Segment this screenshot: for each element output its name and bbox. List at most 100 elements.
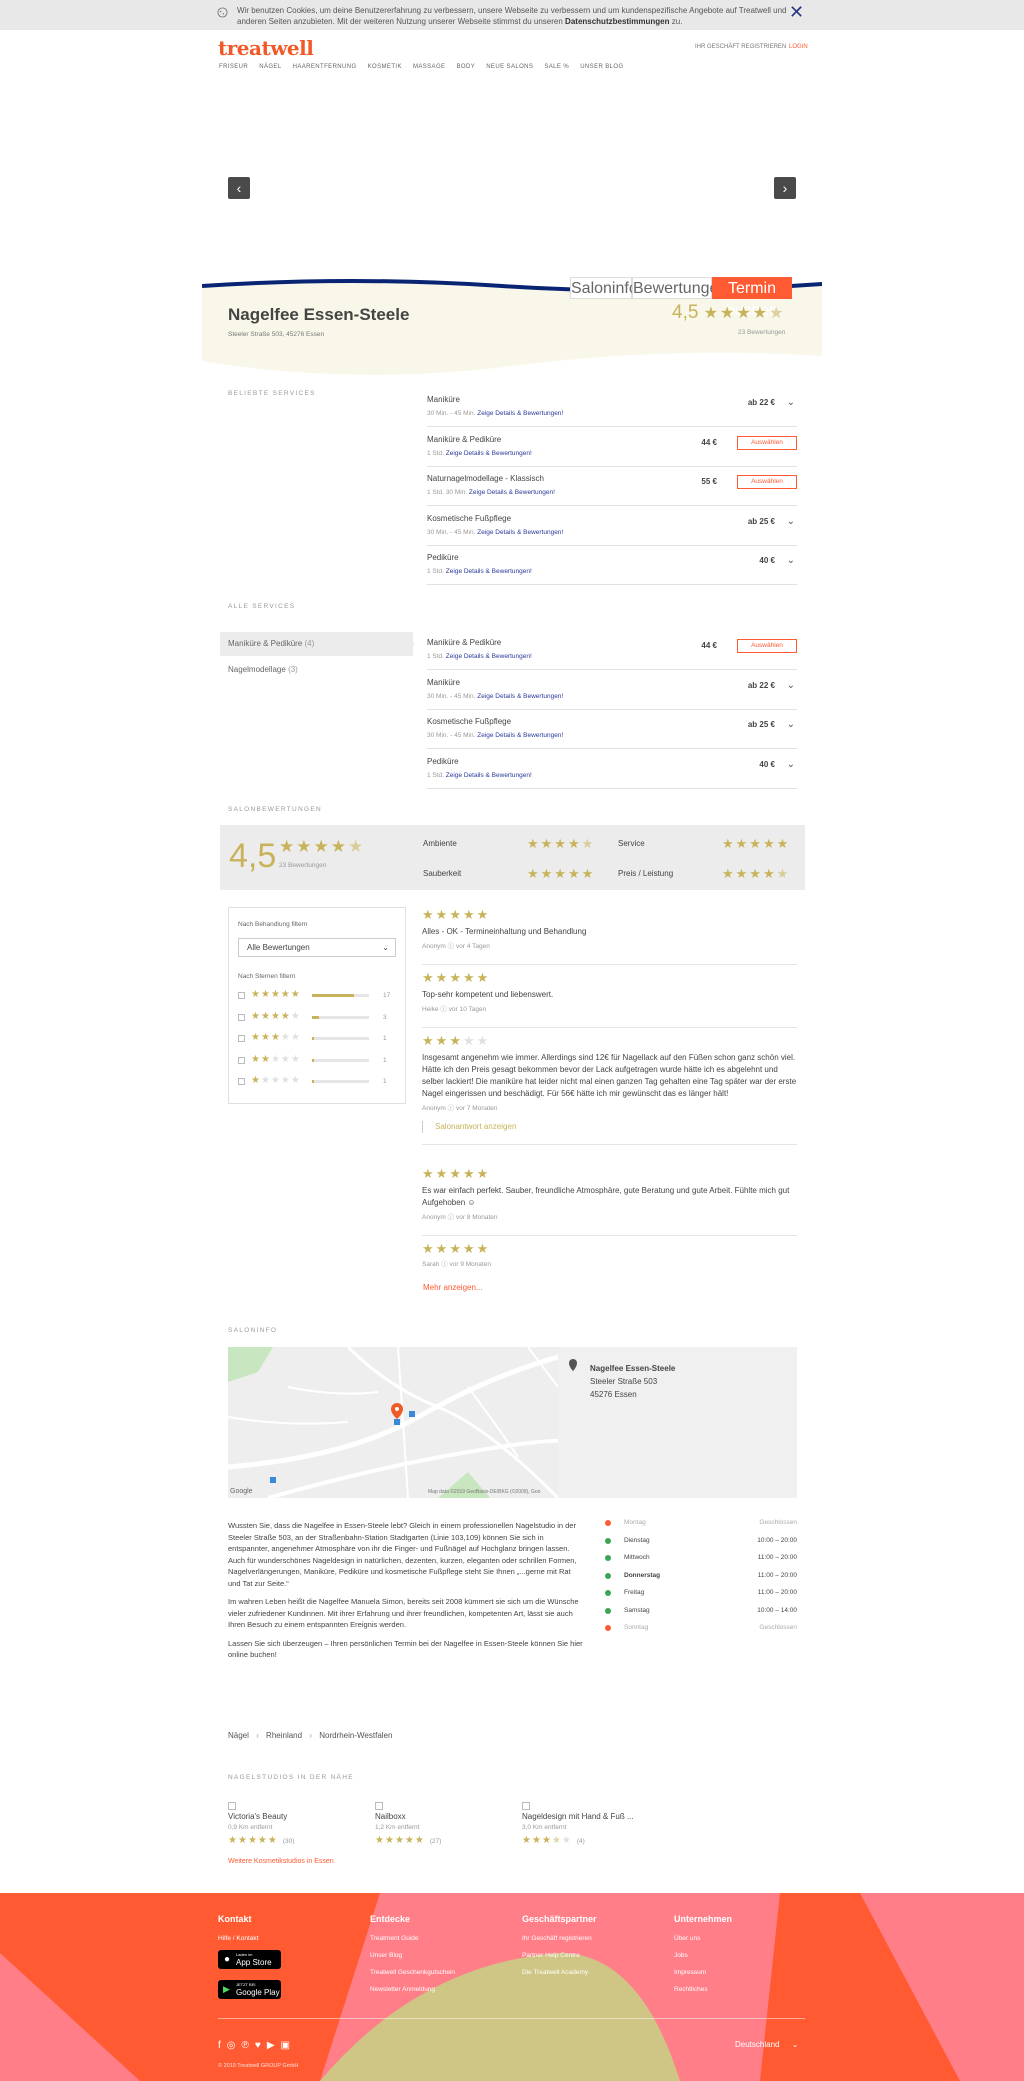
category-manikuere-pedikuere[interactable]: Maniküre & Pediküre (4) — [220, 632, 413, 656]
salon-reply-link[interactable]: Salonantwort anzeigen — [422, 1121, 797, 1133]
facebook-icon[interactable]: f — [218, 2040, 227, 2051]
service-details-link[interactable]: Zeige Details & Bewertungen! — [469, 489, 555, 496]
info-icon[interactable]: ⓘ — [439, 1261, 449, 1268]
nearby-salon[interactable]: Nailboxx 1,2 Km entfernt ★★★★★ (27) — [375, 1802, 515, 1846]
youtube-icon[interactable]: ▶ — [267, 2040, 281, 2051]
salon-map[interactable]: Nagelfee Essen-Steele Steeler Straße 503… — [228, 1347, 797, 1498]
service-details-link[interactable]: Zeige Details & Bewertungen! — [477, 529, 563, 536]
nav-item[interactable]: FRISEUR — [219, 64, 248, 70]
service-price: 44 € — [701, 641, 717, 650]
footer — [0, 1893, 1024, 2081]
star-icon: ★ — [270, 1010, 281, 1022]
cookie-text: Wir benutzen Cookies, um deine Benutzere… — [237, 5, 797, 27]
footer-link[interactable]: Unser Blog — [370, 1947, 455, 1964]
more-nearby-link[interactable]: Weitere Kosmetikstudios in Essen — [228, 1858, 334, 1865]
select-service-button[interactable]: Auswählen — [737, 475, 797, 489]
nearby-salon[interactable]: Victoria's Beauty 0,9 Km entfernt ★★★★★ (30… — [228, 1802, 368, 1846]
book-appointment-button[interactable]: Termin buchen — [712, 277, 792, 319]
star-icon: ★ — [449, 1166, 463, 1181]
footer-link[interactable]: Treatment Guide — [370, 1930, 455, 1947]
nav-item[interactable]: SALE % — [544, 64, 569, 70]
twitter-icon[interactable]: ♥ — [255, 2040, 267, 2051]
nav-item[interactable]: HAARENTFERNUNG — [293, 64, 357, 70]
breadcrumb-item[interactable]: Nordrhein-Westfalen — [319, 1731, 392, 1740]
status-dot — [605, 1625, 611, 1631]
cookie-privacy-link[interactable]: Datenschutzbestimmungen — [565, 17, 669, 26]
nearby-salon-name[interactable]: Nageldesign mit Hand & Fuß ... — [522, 1812, 662, 1821]
category-nagelmodellage[interactable]: Nagelmodellage (3) — [220, 658, 413, 682]
service-details-link[interactable]: Zeige Details & Bewertungen! — [477, 732, 563, 739]
info-icon[interactable]: ⓘ — [446, 1105, 456, 1112]
nav-item[interactable]: NEUE SALONS — [486, 64, 533, 70]
tab-bewertungen[interactable]: Bewertungen — [632, 277, 727, 299]
breadcrumb-item[interactable]: Nägel — [228, 1731, 249, 1740]
footer-link[interactable]: Treatwell Geschenkgutschein — [370, 1964, 455, 1981]
treatment-filter-select[interactable]: Alle Bewertungen ⌄ — [238, 938, 396, 957]
chevron-down-icon[interactable]: ⌄ — [787, 555, 795, 566]
service-name: Kosmetische Fußpflege — [427, 717, 512, 726]
login-link[interactable]: LOGIN — [789, 44, 808, 50]
logo[interactable]: treatwell — [218, 36, 314, 60]
chevron-down-icon[interactable]: ⌄ — [787, 719, 795, 730]
service-details-link[interactable]: Zeige Details & Bewertungen! — [446, 568, 532, 575]
footer-link[interactable]: Newsletter Anmeldung — [370, 1981, 455, 1998]
review-text: Alles - OK - Termineinhaltung und Behand… — [422, 927, 587, 936]
salon-review-count[interactable]: 23 Bewertungen — [738, 329, 785, 336]
nav-item[interactable]: NÄGEL — [259, 64, 281, 70]
hours-row: Dienstag 10:00 – 20:00 — [605, 1535, 797, 1553]
pinterest-icon[interactable]: ℗ — [242, 2040, 255, 2051]
close-icon[interactable]: ✕ — [789, 2, 804, 22]
star-filter-checkbox[interactable] — [238, 1056, 245, 1064]
info-icon[interactable]: ⓘ — [446, 1214, 456, 1221]
googleplay-badge[interactable]: ▶ JETZT BEI Google Play — [218, 1980, 281, 1999]
nav-item[interactable]: MASSAGE — [413, 64, 445, 70]
service-details-link[interactable]: Zeige Details & Bewertungen! — [446, 653, 532, 660]
nav-item[interactable]: BODY — [457, 64, 476, 70]
info-icon[interactable]: ⓘ — [439, 1006, 449, 1013]
service-details-link[interactable]: Zeige Details & Bewertungen! — [446, 772, 532, 779]
chevron-down-icon[interactable]: ⌄ — [787, 397, 795, 408]
nav-item[interactable]: UNSER BLOG — [580, 64, 623, 70]
service-name: Pediküre — [427, 553, 459, 562]
footer-link[interactable]: Partner Help Centre — [522, 1947, 597, 1964]
chevron-down-icon[interactable]: ⌄ — [787, 516, 795, 527]
select-service-button[interactable]: Auswählen — [737, 639, 797, 653]
info-icon[interactable]: ⓘ — [446, 943, 456, 950]
hours-time: Geschlossen — [759, 1519, 797, 1526]
nearby-salon-name[interactable]: Victoria's Beauty — [228, 1812, 368, 1821]
footer-link[interactable]: Die Treatwell Academy — [522, 1964, 597, 1981]
footer-link[interactable]: Über uns — [674, 1930, 732, 1947]
service-details-link[interactable]: Zeige Details & Bewertungen! — [477, 410, 563, 417]
language-select[interactable]: Deutschland ⌄ — [735, 2040, 798, 2049]
footer-link[interactable]: Ihr Geschäft registrieren — [522, 1930, 597, 1947]
star-icon: ★ — [280, 989, 291, 1000]
star-icon: ★ — [290, 1010, 301, 1022]
nearby-salon-name[interactable]: Nailboxx — [375, 1812, 515, 1821]
more-reviews-link[interactable]: Mehr anzeigen... — [423, 1283, 483, 1292]
linkedin-icon[interactable]: ▣ — [281, 2040, 296, 2051]
star-filter-checkbox[interactable] — [238, 1013, 245, 1021]
appstore-badge[interactable]: ● Laden im App Store — [218, 1950, 281, 1969]
service-details-link[interactable]: Zeige Details & Bewertungen! — [477, 693, 563, 700]
star-filter-bar-fill — [312, 994, 355, 997]
gallery-next-button[interactable]: › — [774, 177, 796, 199]
breadcrumb-item[interactable]: Rheinland — [266, 1731, 302, 1740]
star-filter-checkbox[interactable] — [238, 992, 245, 999]
star-filter-checkbox[interactable] — [238, 1078, 245, 1085]
footer-link[interactable]: Jobs — [674, 1947, 732, 1964]
chevron-down-icon[interactable]: ⌄ — [787, 680, 795, 691]
service-details-link[interactable]: Zeige Details & Bewertungen! — [446, 450, 532, 457]
select-service-button[interactable]: Auswählen — [737, 435, 797, 450]
tab-saloninfo[interactable]: Saloninfo — [570, 277, 638, 299]
nav-item[interactable]: KOSMETIK — [368, 64, 402, 70]
star-filter-checkbox[interactable] — [238, 1035, 245, 1042]
nearby-salon[interactable]: Nageldesign mit Hand & Fuß ... 3,0 Km ent… — [522, 1802, 662, 1846]
hours-time: 10:00 – 14:00 — [757, 1606, 797, 1614]
footer-link[interactable]: Rechtliches — [674, 1981, 732, 1998]
instagram-icon[interactable]: ◎ — [227, 2040, 242, 2051]
register-link[interactable]: IHR GESCHÄFT REGISTRIEREN — [695, 44, 786, 50]
chevron-down-icon[interactable]: ⌄ — [787, 759, 795, 770]
footer-column-title: Entdecke — [370, 1914, 411, 1924]
footer-link[interactable]: Impressum — [674, 1964, 732, 1981]
gallery-prev-button[interactable]: ‹ — [228, 177, 250, 199]
